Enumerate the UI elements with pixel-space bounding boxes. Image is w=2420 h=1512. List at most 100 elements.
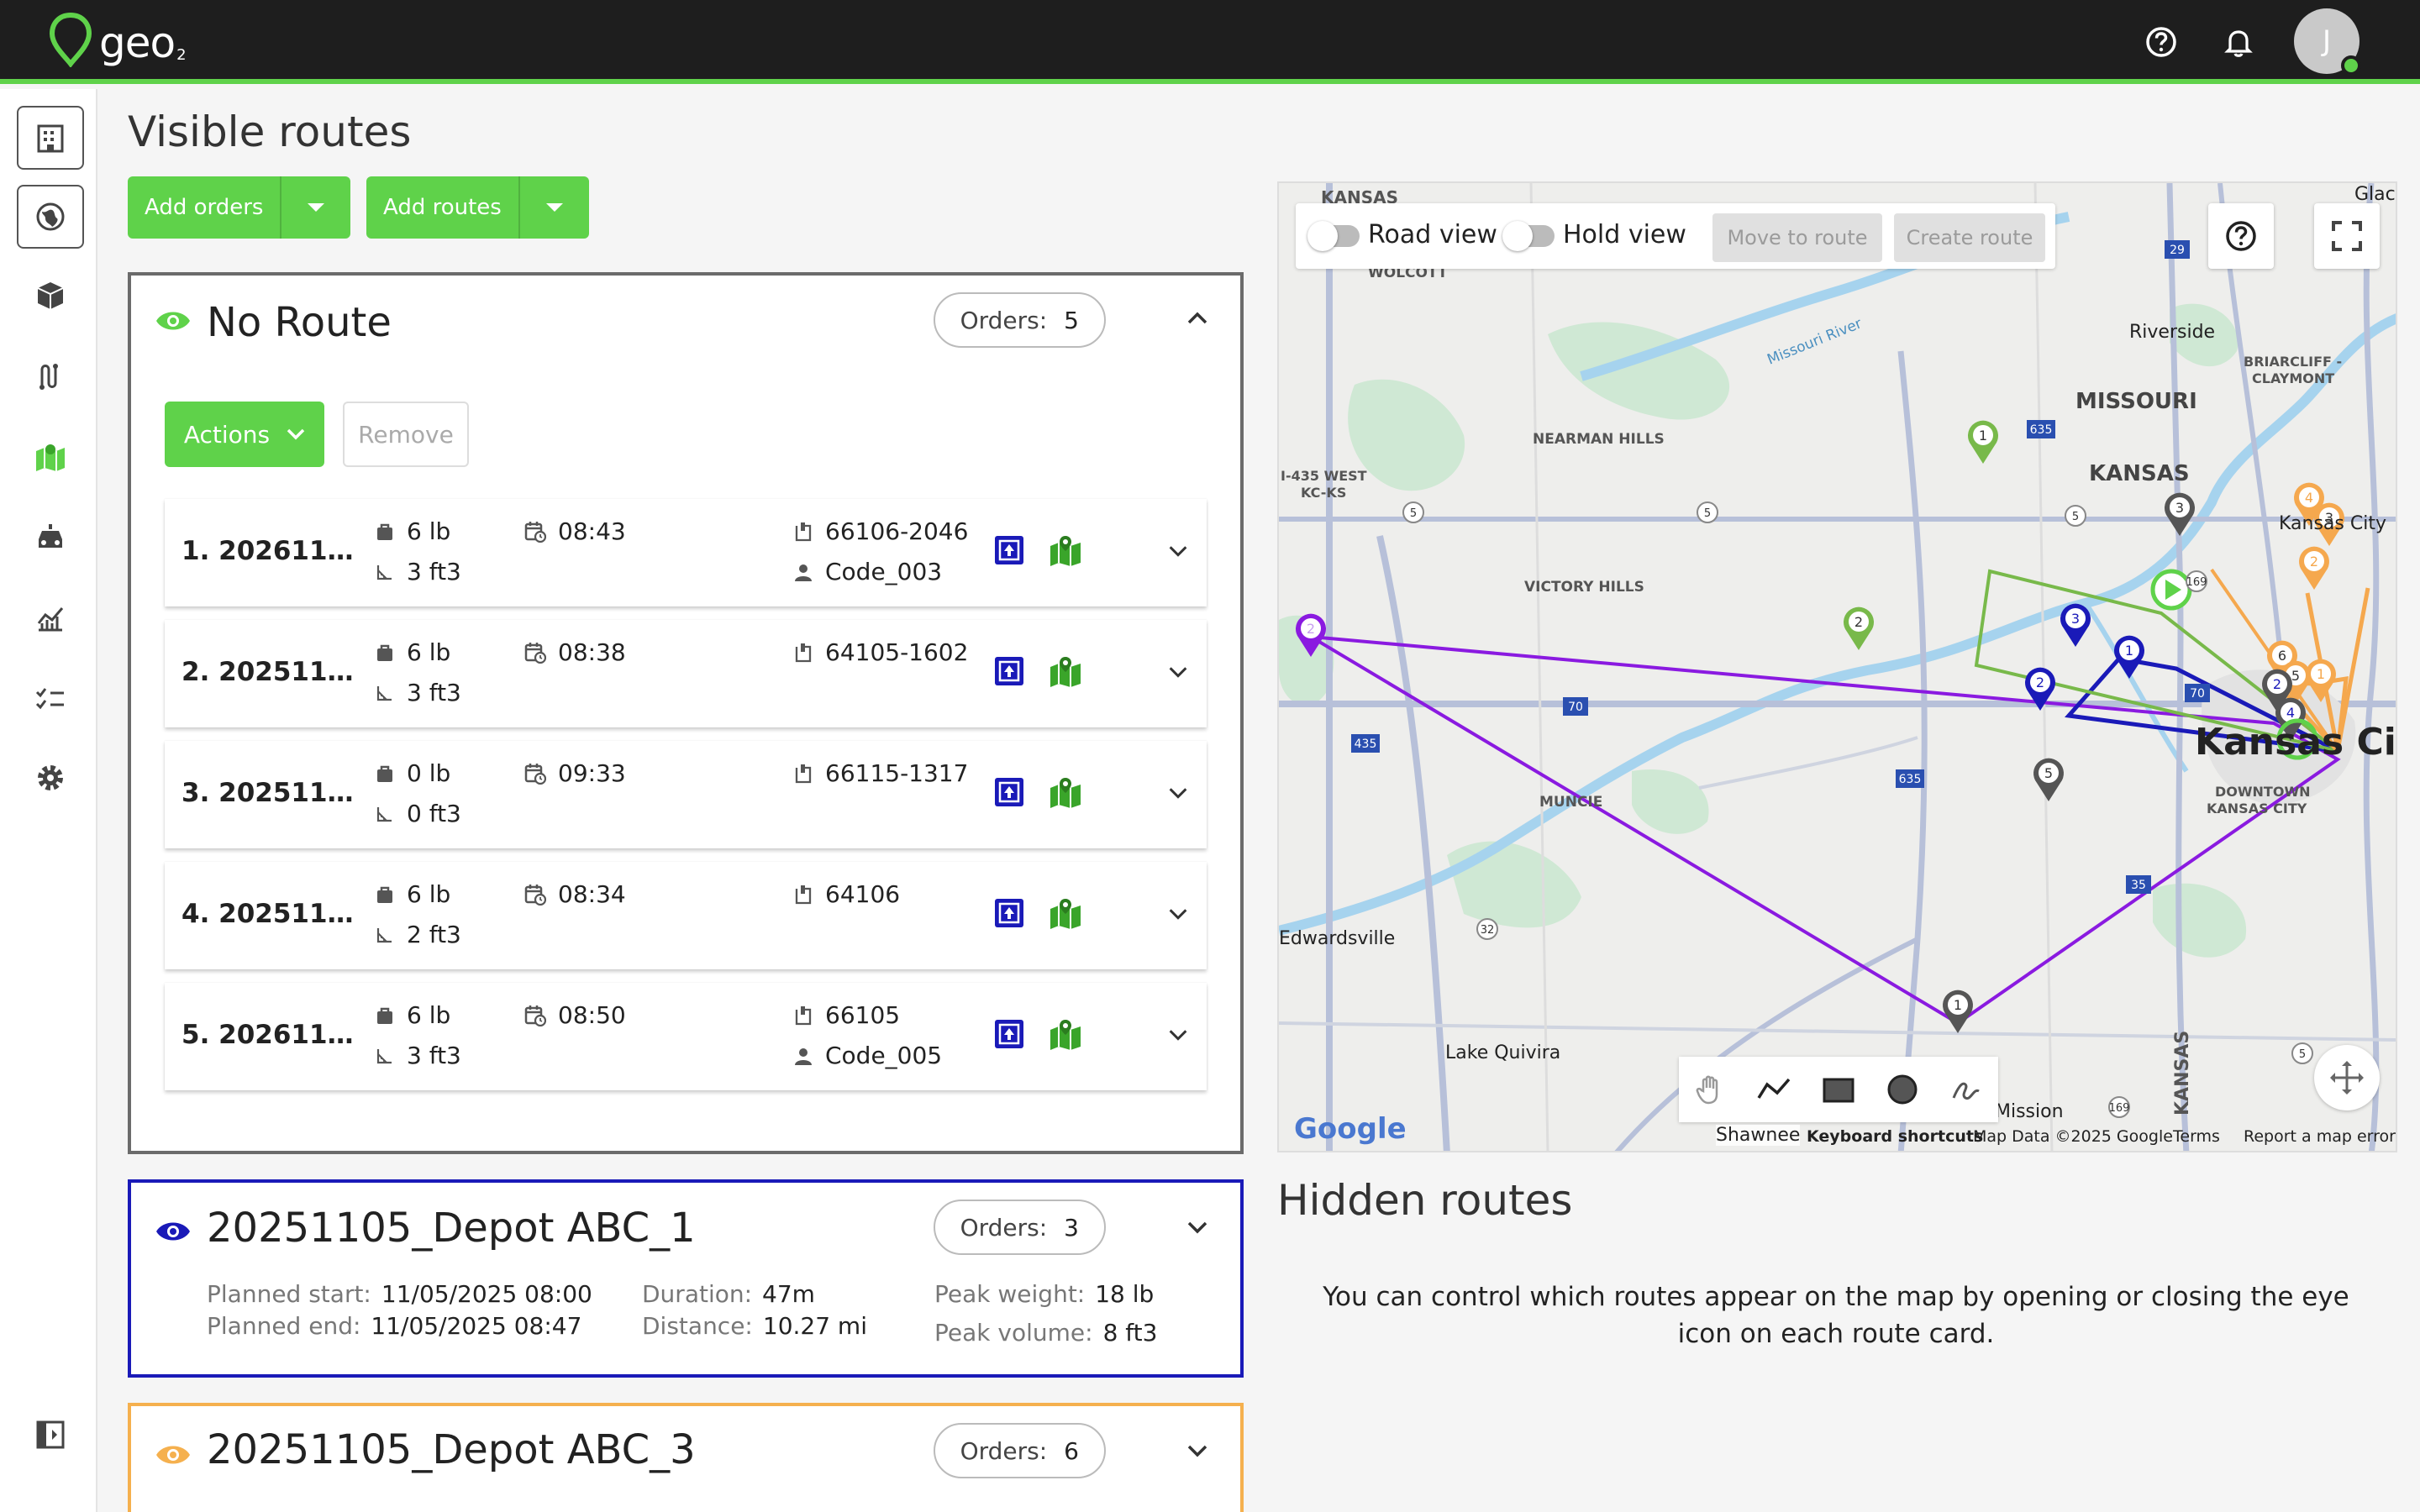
eye-icon[interactable]	[155, 307, 192, 334]
order-row[interactable]: 2. 20251105_... 6 lb 3 ft3 08:38 64105-1602	[165, 620, 1207, 727]
create-route-button[interactable]: Create route	[1894, 213, 2045, 262]
svg-text:70: 70	[1568, 701, 1583, 714]
order-time-value: 08:34	[558, 880, 626, 908]
map-data-credit: Map Data ©2025 Google	[1973, 1127, 2173, 1146]
show-on-map-button[interactable]	[1049, 897, 1082, 932]
show-on-map-button[interactable]	[1049, 655, 1082, 690]
move-to-route-button[interactable]: Move to route	[1712, 213, 1882, 262]
show-on-map-button[interactable]	[1049, 776, 1082, 811]
add-orders-dropdown[interactable]	[281, 176, 350, 239]
expand-order-button[interactable]	[1166, 781, 1190, 808]
expand-order-button[interactable]	[1166, 1023, 1190, 1050]
actions-label: Actions	[183, 420, 271, 449]
navigate-button[interactable]	[993, 897, 1025, 932]
circle-icon[interactable]	[1885, 1072, 1920, 1107]
add-routes-button[interactable]: Add routes	[366, 176, 520, 239]
hand-pan-icon[interactable]	[1693, 1073, 1727, 1106]
chevron-down-icon[interactable]	[1185, 1215, 1210, 1240]
order-zip: 64105-1602	[793, 638, 968, 666]
map-label-claymont: CLAYMONT	[2252, 370, 2334, 386]
planned-end-label: Planned end:	[207, 1312, 361, 1340]
svg-text:2: 2	[2273, 676, 2281, 692]
sidebar-item-map[interactable]	[17, 425, 84, 489]
sidebar-item-buildings[interactable]	[17, 106, 84, 170]
chart-icon	[37, 607, 64, 632]
order-row[interactable]: 3. 20251105_... 0 lb 0 ft3 09:33 66115-1317	[165, 741, 1207, 848]
depot-start-marker[interactable]	[2150, 569, 2192, 611]
map[interactable]: 2 1 5 3 1 2 3 1 2 4 3 2 6 5 1 2 4 5 5 5 169…	[1277, 181, 2397, 1152]
polyline-icon[interactable]	[1755, 1073, 1792, 1106]
map-label-edwardsville: Edwardsville	[1279, 928, 1395, 949]
show-on-map-button[interactable]	[1049, 1018, 1082, 1053]
order-zip-value: 66105	[825, 1001, 901, 1029]
order-row[interactable]: 4. 20251105_... 6 lb 2 ft3 08:34 64106	[165, 862, 1207, 969]
chevron-down-icon[interactable]	[1185, 1438, 1210, 1463]
order-time: 09:33	[524, 759, 626, 787]
hold-view-toggle[interactable]	[1502, 221, 1555, 251]
expand-order-button[interactable]	[1166, 902, 1190, 929]
sidebar-item-analytics[interactable]	[17, 586, 84, 650]
order-time-value: 08:43	[558, 517, 626, 545]
route-card-1: 20251105_Depot ABC_1 Orders: 3 Planned st…	[128, 1179, 1244, 1378]
svg-text:169: 169	[2109, 1102, 2130, 1115]
map-help-button[interactable]	[2208, 203, 2274, 269]
caret-down-icon	[308, 203, 325, 212]
map-pan-control[interactable]	[2314, 1045, 2380, 1110]
duration-label: Duration:	[642, 1280, 753, 1308]
order-volume: 2 ft3	[375, 921, 461, 948]
map-canvas[interactable]: 2 1 5 3 1 2 3 1 2 4 3 2 6 5 1 2 4 5 5 5169…	[1279, 183, 2397, 1152]
svg-text:5: 5	[2291, 668, 2300, 684]
sidebar-item-packages[interactable]	[17, 264, 84, 328]
order-weight-value: 6 lb	[407, 880, 451, 908]
report-map-error-link[interactable]: Report a map error	[2244, 1127, 2396, 1146]
order-volume-value: 3 ft3	[407, 679, 461, 706]
page-title: Visible routes	[128, 108, 412, 156]
map-locate-icon	[1050, 536, 1081, 566]
order-weight: 6 lb	[375, 517, 450, 545]
order-row[interactable]: 1. 20261105_... 6 lb 3 ft3 08:43 66106-2046 C…	[165, 499, 1207, 606]
navigate-to-icon	[995, 657, 1023, 685]
road-view-toggle[interactable]	[1307, 221, 1360, 251]
orders-count-pill: Orders: 3	[933, 1200, 1106, 1255]
sidebar-collapse-button[interactable]	[17, 1403, 84, 1467]
rectangle-icon[interactable]	[1821, 1073, 1856, 1106]
google-logo: Google	[1294, 1112, 1407, 1146]
sidebar-item-vehicles[interactable]	[17, 506, 84, 570]
order-weight-value: 0 lb	[407, 759, 451, 787]
navigate-button[interactable]	[993, 776, 1025, 811]
fullscreen-button[interactable]	[2314, 203, 2380, 269]
navigate-button[interactable]	[993, 534, 1025, 570]
svg-text:32: 32	[1481, 924, 1495, 937]
online-status-dot	[2341, 55, 2361, 76]
calendar-clock-icon	[524, 884, 546, 906]
order-row[interactable]: 5. 20261105_... 6 lb 3 ft3 08:50 66105 Code_0…	[165, 983, 1207, 1090]
app-logo[interactable]: geo 2	[47, 12, 187, 67]
eye-icon[interactable]	[155, 1218, 192, 1245]
show-on-map-button[interactable]	[1049, 534, 1082, 570]
sidebar-item-settings[interactable]	[17, 746, 84, 810]
navigate-button[interactable]	[993, 655, 1025, 690]
expand-order-button[interactable]	[1166, 660, 1190, 687]
svg-text:635: 635	[2030, 423, 2053, 437]
map-locate-icon	[1050, 778, 1081, 808]
road-view-label: Road view	[1368, 220, 1497, 249]
remove-button[interactable]: Remove	[343, 402, 469, 467]
add-orders-label: Add orders	[145, 195, 264, 220]
add-routes-dropdown[interactable]	[520, 176, 589, 239]
eye-icon[interactable]	[155, 1441, 192, 1468]
help-icon[interactable]	[2141, 22, 2181, 62]
expand-order-button[interactable]	[1166, 539, 1190, 566]
sidebar-item-routes[interactable]	[17, 344, 84, 408]
bell-icon[interactable]	[2218, 22, 2259, 62]
keyboard-shortcuts-link[interactable]: Keyboard shortcuts	[1807, 1127, 1983, 1146]
chevron-down-icon	[1169, 909, 1187, 920]
add-orders-button[interactable]: Add orders	[128, 176, 282, 239]
sidebar-item-globe[interactable]	[17, 185, 84, 249]
map-label-shawnee: Shawnee	[1716, 1125, 1801, 1146]
freehand-icon[interactable]	[1949, 1073, 1984, 1106]
navigate-button[interactable]	[993, 1018, 1025, 1053]
terms-link[interactable]: Terms	[2173, 1127, 2220, 1146]
chevron-up-icon[interactable]	[1185, 306, 1210, 331]
sidebar-item-tasks[interactable]	[17, 667, 84, 731]
actions-button[interactable]: Actions	[165, 402, 324, 467]
